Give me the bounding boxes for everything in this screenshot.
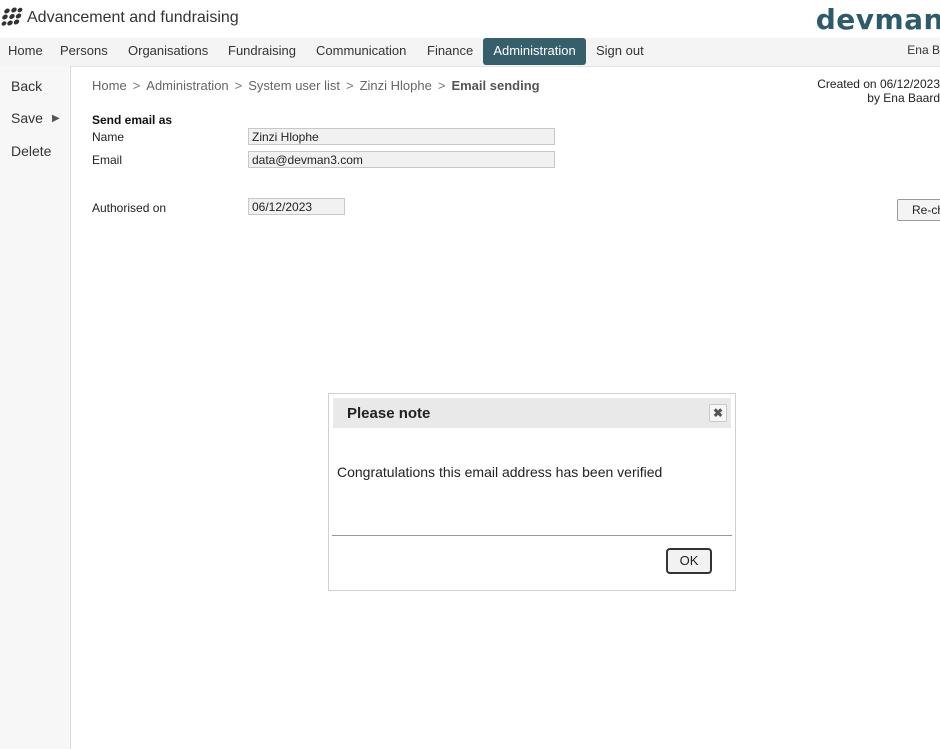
breadcrumb: Home > Administration > System user list > Zin…	[92, 78, 540, 93]
back-button[interactable]: Back	[11, 78, 42, 94]
email-field[interactable]	[248, 151, 555, 168]
breadcrumb-separator: >	[437, 78, 446, 93]
breadcrumb-administration[interactable]: Administration	[146, 78, 228, 93]
breadcrumb-home[interactable]: Home	[92, 78, 127, 93]
name-label: Name	[92, 130, 125, 144]
delete-button[interactable]: Delete	[11, 143, 51, 159]
nav-item-organisations[interactable]: Organisations	[120, 38, 216, 66]
save-button[interactable]: Save	[11, 110, 43, 126]
action-sidebar: Back Save ▶ Delete	[0, 66, 71, 749]
breadcrumb-separator: >	[346, 78, 354, 93]
app-header: Advancement and fundraising devman	[0, 0, 940, 38]
dialog-header: Please note ✖	[333, 398, 731, 428]
created-by-text: by Ena Baard	[867, 91, 940, 105]
nav-item-communication[interactable]: Communication	[308, 38, 414, 66]
app-title: Advancement and fundraising	[27, 9, 239, 26]
nav-item-sign-out[interactable]: Sign out	[588, 38, 652, 66]
dialog-title: Please note	[347, 405, 431, 422]
email-label: Email	[92, 153, 123, 167]
nav-item-fundraising[interactable]: Fundraising	[220, 38, 304, 66]
recheck-button[interactable]: Re-check	[897, 199, 940, 221]
close-icon[interactable]: ✖	[709, 404, 727, 422]
breadcrumb-separator: >	[234, 78, 243, 93]
breadcrumb-system-user-list[interactable]: System user list	[248, 78, 340, 93]
dialog-divider	[332, 535, 732, 536]
nav-item-finance[interactable]: Finance	[419, 38, 481, 66]
breadcrumb-user[interactable]: Zinzi Hlophe	[360, 78, 432, 93]
save-menu-arrow-icon[interactable]: ▶	[52, 113, 60, 124]
name-field[interactable]	[248, 128, 555, 145]
breadcrumb-current: Email sending	[451, 78, 540, 93]
ok-button[interactable]: OK	[666, 548, 712, 574]
please-note-dialog: Please note ✖ Congratulations this email…	[328, 393, 736, 591]
record-created-info: Created on 06/12/2023 by Ena Baard	[817, 77, 940, 105]
breadcrumb-separator: >	[132, 78, 141, 93]
brand-logo: devman	[815, 3, 940, 36]
created-on-text: Created on 06/12/2023	[817, 77, 940, 91]
nav-item-administration[interactable]: Administration	[483, 38, 586, 65]
nav-item-persons[interactable]: Persons	[52, 38, 116, 66]
dialog-message: Congratulations this email address has b…	[337, 464, 663, 480]
section-title: Send email as	[92, 113, 173, 127]
app-logo-icon	[1, 7, 23, 26]
authorised-on-label: Authorised on	[92, 201, 167, 215]
nav-item-home[interactable]: Home	[0, 38, 51, 66]
main-nav: Home Persons Organisations Fundraising C…	[0, 38, 940, 67]
authorised-on-field[interactable]	[248, 198, 345, 215]
current-user[interactable]: Ena B	[907, 43, 940, 57]
